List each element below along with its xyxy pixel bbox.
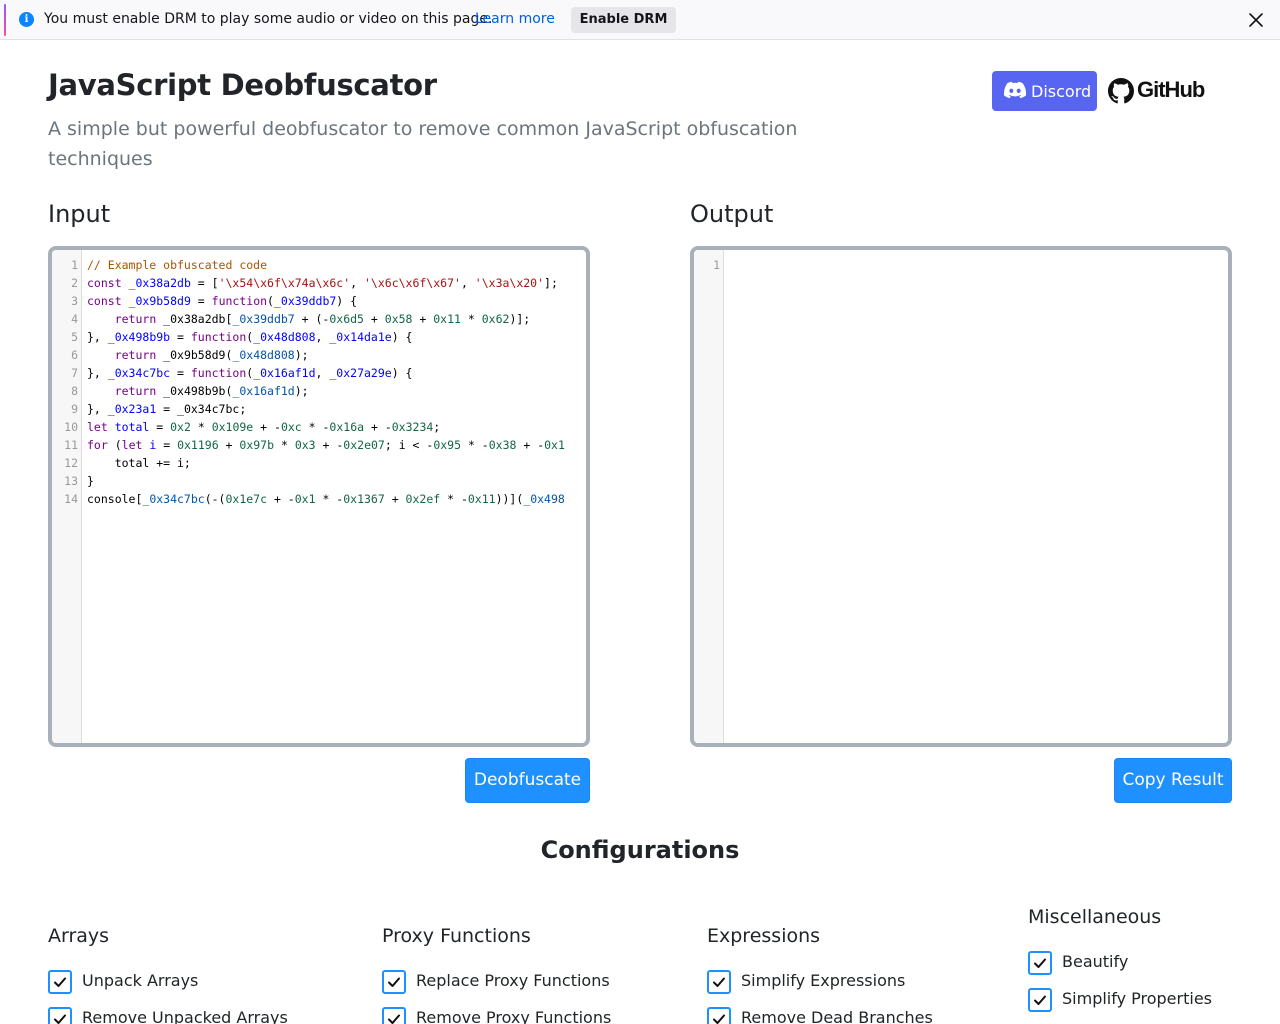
input-editor[interactable]: 1 2 3 4 5 6 7 8 9 10 11 12 13 14 // Example obfuscate… — [48, 246, 590, 747]
option-label: Unpack Arrays — [82, 971, 199, 990]
line-number: 8 — [71, 384, 78, 398]
code-line: console[_0x34c7bc(-(0x1e7c + -0x1 * -0x1… — [87, 492, 565, 506]
discord-icon — [1004, 81, 1026, 99]
check-icon — [388, 1014, 400, 1024]
enable-drm-button[interactable]: Enable DRM — [571, 7, 676, 33]
github-label: GitHub — [1137, 77, 1205, 102]
output-editor[interactable]: 1 — [690, 246, 1232, 747]
code-line: }, _0x498b9b = function(_0x48d808, _0x14… — [87, 330, 413, 344]
input-title: Input — [48, 200, 111, 228]
option-label: Simplify Expressions — [741, 971, 906, 990]
line-number: 13 — [64, 474, 78, 488]
option-label: Replace Proxy Functions — [416, 971, 610, 990]
notification-accent — [4, 4, 6, 36]
line-number: 11 — [64, 438, 78, 452]
code-line: total += i; — [87, 456, 191, 470]
code-line: return _0x38a2db[_0x39ddb7 + (-0x6d5 + 0… — [114, 312, 531, 326]
checkbox-checked[interactable] — [707, 1007, 731, 1024]
github-icon — [1108, 78, 1134, 104]
option-label: Beautify — [1062, 952, 1129, 971]
deobfuscate-button[interactable]: Deobfuscate — [465, 758, 590, 803]
group-title-miscellaneous: Miscellaneous — [1028, 906, 1162, 928]
line-number: 10 — [64, 420, 78, 434]
drm-notification-bar: i You must enable DRM to play some audio… — [0, 0, 1280, 40]
line-number: 6 — [71, 348, 78, 362]
line-number: 12 — [64, 456, 78, 470]
code-line: for (let i = 0x1196 + 0x97b * 0x3 + -0x2… — [87, 438, 565, 452]
line-number: 7 — [71, 366, 78, 380]
option-label: Remove Unpacked Arrays — [82, 1008, 288, 1024]
option-label: Remove Dead Branches — [741, 1008, 933, 1024]
close-icon[interactable] — [1244, 8, 1268, 32]
code-line: }, _0x34c7bc = function(_0x16af1d, _0x27… — [87, 366, 413, 380]
checkbox-checked[interactable] — [382, 970, 406, 994]
output-line-numbers: 1 — [694, 256, 720, 274]
code-line: const _0x38a2db = ['\x54\x6f\x74a\x6c', … — [87, 276, 558, 290]
option-label: Remove Proxy Functions — [416, 1008, 612, 1024]
input-line-numbers: 1 2 3 4 5 6 7 8 9 10 11 12 13 14 — [52, 256, 78, 508]
input-gutter: 1 2 3 4 5 6 7 8 9 10 11 12 13 14 — [52, 250, 82, 743]
notification-message: You must enable DRM to play some audio o… — [44, 11, 493, 27]
line-number: 4 — [71, 312, 78, 326]
check-icon — [54, 1014, 66, 1024]
line-number: 1 — [71, 258, 78, 272]
checkbox-checked[interactable] — [48, 1007, 72, 1024]
line-number: 1 — [713, 258, 720, 272]
info-icon: i — [19, 12, 34, 27]
output-title: Output — [690, 200, 774, 228]
configurations-title: Configurations — [540, 836, 740, 864]
code-line: let total = 0x2 * 0x109e + -0xc * -0x16a… — [87, 420, 441, 434]
check-icon — [713, 1014, 725, 1024]
copy-result-button[interactable]: Copy Result — [1114, 758, 1232, 803]
line-number: 14 — [64, 492, 78, 506]
check-icon — [1034, 958, 1046, 968]
code-line: }, _0x23a1 = _0x34c7bc; — [87, 402, 247, 416]
group-title-expressions: Expressions — [707, 925, 821, 947]
code-line: // Example obfuscated code — [87, 258, 268, 272]
checkbox-checked[interactable] — [1028, 951, 1052, 975]
check-icon — [388, 977, 400, 987]
code-line: return _0x498b9b(_0x16af1d); — [114, 384, 309, 398]
page-subtitle: A simple but powerful deobfuscator to re… — [48, 118, 798, 170]
checkbox-checked[interactable] — [48, 970, 72, 994]
line-number: 3 — [71, 294, 78, 308]
page-title: JavaScript Deobfuscator — [48, 68, 437, 102]
code-line: const _0x9b58d9 = function(_0x39ddb7) { — [87, 294, 358, 308]
discord-label: Discord — [1031, 82, 1092, 101]
line-number: 9 — [71, 402, 78, 416]
check-icon — [54, 977, 66, 987]
line-number: 5 — [71, 330, 78, 344]
output-gutter: 1 — [694, 250, 724, 743]
line-number: 2 — [71, 276, 78, 290]
checkbox-checked[interactable] — [707, 970, 731, 994]
code-line: } — [87, 474, 94, 488]
option-label: Simplify Properties — [1062, 989, 1212, 1008]
checkbox-checked[interactable] — [382, 1007, 406, 1024]
discord-button[interactable]: Discord — [992, 71, 1097, 111]
group-title-proxy-functions: Proxy Functions — [382, 925, 531, 947]
learn-more-link[interactable]: Learn more — [475, 11, 555, 27]
check-icon — [1034, 995, 1046, 1005]
check-icon — [713, 977, 725, 987]
input-code[interactable]: // Example obfuscated code const _0x38a2d… — [87, 256, 565, 508]
group-title-arrays: Arrays — [48, 925, 110, 947]
code-line: return _0x9b58d9(_0x48d808); — [114, 348, 309, 362]
checkbox-checked[interactable] — [1028, 988, 1052, 1012]
